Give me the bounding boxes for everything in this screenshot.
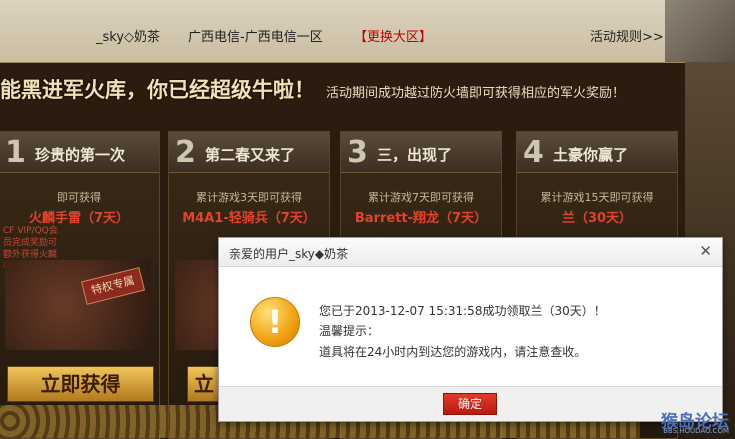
card-number: 4 <box>523 135 544 170</box>
success-message: 您已于2013-12-07 15:31:58成功领取兰（30天）！ <box>319 304 606 318</box>
watermark-logo: 猴岛论坛 BBS.HOUDAO.COM <box>661 407 729 435</box>
card-header: 2 第二春又来了 <box>169 132 329 173</box>
dialog-body: ! 您已于2013-12-07 15:31:58成功领取兰（30天）！ 温馨提示… <box>219 267 722 387</box>
delivery-message: 道具将在24小时内到达您的游戏内，请注意查收。 <box>319 345 587 359</box>
card-condition: 即可获得 <box>57 191 101 204</box>
watermark-url: BBS.HOUDAO.COM <box>663 427 729 435</box>
confirmation-dialog: 亲爱的用户_sky◆奶茶 ✕ ! 您已于2013-12-07 15:31:58成… <box>218 237 723 422</box>
warning-icon: ! <box>250 297 300 347</box>
card-header: 3 三，出现了 <box>341 132 501 173</box>
card-reward: 兰（30天） <box>561 211 633 226</box>
card-number: 2 <box>175 135 196 170</box>
card-reward: Barrett-翔龙（7天） <box>354 211 488 226</box>
card-number: 1 <box>5 135 26 170</box>
server-label: 广西电信-广西电信一区 <box>188 30 323 45</box>
dialog-header: 亲爱的用户_sky◆奶茶 ✕ <box>219 238 722 267</box>
tip-label: 温馨提示： <box>319 324 380 338</box>
card-title: 土豪你赢了 <box>553 146 629 164</box>
card-condition: 累计游戏3天即可获得 <box>196 191 302 204</box>
card-header: 4 土豪你赢了 <box>517 132 677 173</box>
reward-card-1: 1 珍贵的第一次 即可获得 火麟手雷（7天） CF VIP/QQ会员完成奖励可额… <box>0 131 160 439</box>
card-reward: 火麟手雷（7天） <box>28 211 130 226</box>
username-label: _sky◇奶茶 <box>96 30 161 45</box>
card-title: 第二春又来了 <box>205 146 296 164</box>
card-condition: 累计游戏7天即可获得 <box>368 191 474 204</box>
dialog-footer: 确定 <box>219 386 722 421</box>
card-title: 三，出现了 <box>377 146 453 164</box>
card-condition: 累计游戏15天即可获得 <box>540 191 654 204</box>
dialog-title: 亲爱的用户_sky◆奶茶 <box>229 247 349 261</box>
card-number: 3 <box>347 135 368 170</box>
confirm-button[interactable]: 确定 <box>443 393 497 415</box>
page-subtitle: 活动期间成功越过防火墙即可获得相应的军火奖励！ <box>326 86 626 101</box>
claim-button-1[interactable]: 立即获得 <box>7 366 154 402</box>
rules-link[interactable]: 活动规则>> <box>590 26 664 45</box>
page-headline: 能黑进军火库，你已经超级牛啦！ <box>0 78 315 102</box>
close-icon[interactable]: ✕ <box>699 242 712 260</box>
card-reward: M4A1-轻骑兵（7天） <box>182 211 316 226</box>
soldier-image-top <box>665 0 735 62</box>
card-title: 珍贵的第一次 <box>35 146 126 164</box>
card-header: 1 珍贵的第一次 <box>0 132 159 173</box>
top-bar: _sky◇奶茶 广西电信-广西电信一区 【更换大区】 活动规则>> <box>0 0 735 63</box>
change-zone-link[interactable]: 【更换大区】 <box>354 26 432 45</box>
